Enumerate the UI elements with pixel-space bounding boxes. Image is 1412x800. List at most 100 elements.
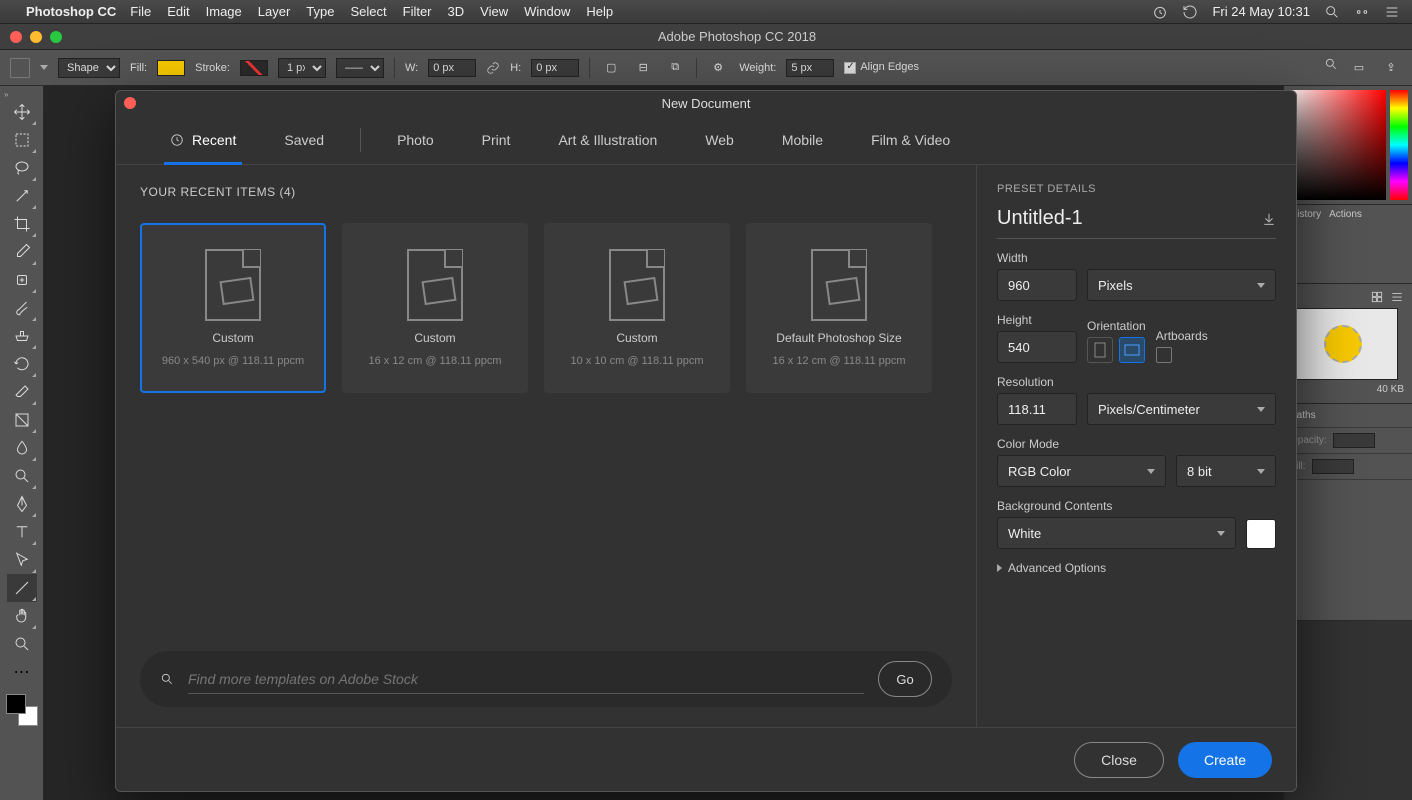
foreground-color[interactable]	[6, 694, 26, 714]
width-unit-select[interactable]: Pixels	[1087, 269, 1276, 301]
tab-web[interactable]: Web	[681, 115, 758, 165]
menu-type[interactable]: Type	[306, 4, 334, 19]
gear-icon[interactable]: ⚙	[707, 57, 729, 79]
weight-input[interactable]	[786, 59, 834, 77]
dodge-tool[interactable]	[7, 462, 37, 490]
menu-view[interactable]: View	[480, 4, 508, 19]
resolution-unit-select[interactable]: Pixels/Centimeter	[1087, 393, 1276, 425]
menu-select[interactable]: Select	[350, 4, 386, 19]
blur-tool[interactable]	[7, 434, 37, 462]
go-button[interactable]: Go	[878, 661, 932, 697]
screen-mode-icon[interactable]: ▭	[1348, 57, 1370, 79]
background-select[interactable]: White	[997, 517, 1236, 549]
height-value-input[interactable]: 540	[997, 331, 1077, 363]
hand-tool[interactable]	[7, 602, 37, 630]
timer-icon[interactable]	[1152, 4, 1168, 20]
hue-slider[interactable]	[1390, 90, 1408, 200]
pen-tool[interactable]	[7, 490, 37, 518]
clone-stamp-tool[interactable]	[7, 322, 37, 350]
fill-input[interactable]	[1312, 459, 1354, 474]
preset-0[interactable]: Custom 960 x 540 px @ 118.11 ppcm	[140, 223, 326, 393]
zoom-window-button[interactable]	[50, 31, 62, 43]
actions-tab[interactable]: Actions	[1329, 209, 1362, 220]
link-icon[interactable]	[486, 61, 500, 75]
width-value-input[interactable]: 960	[997, 269, 1077, 301]
stroke-style-select[interactable]: ———	[336, 58, 384, 78]
menu-window[interactable]: Window	[524, 4, 570, 19]
crop-tool[interactable]	[7, 210, 37, 238]
tab-mobile[interactable]: Mobile	[758, 115, 847, 165]
preset-1[interactable]: Custom 16 x 12 cm @ 118.11 ppcm	[342, 223, 528, 393]
zoom-tool[interactable]	[7, 630, 37, 658]
minimize-window-button[interactable]	[30, 31, 42, 43]
history-brush-tool[interactable]	[7, 350, 37, 378]
width-input[interactable]	[428, 59, 476, 77]
edit-toolbar-icon[interactable]: ⋯	[7, 658, 37, 686]
tab-print[interactable]: Print	[458, 115, 535, 165]
opacity-input[interactable]	[1333, 433, 1375, 448]
bit-depth-select[interactable]: 8 bit	[1176, 455, 1276, 487]
move-tool[interactable]	[7, 98, 37, 126]
tool-preset-picker[interactable]	[10, 58, 30, 78]
orientation-portrait[interactable]	[1087, 337, 1113, 363]
tab-saved[interactable]: Saved	[260, 115, 348, 165]
stroke-width-select[interactable]: 1 px	[278, 58, 326, 78]
share-icon[interactable]: ⇪	[1380, 57, 1402, 79]
eyedropper-tool[interactable]	[7, 238, 37, 266]
menu-filter[interactable]: Filter	[403, 4, 432, 19]
notification-icon[interactable]	[1384, 4, 1400, 20]
path-align[interactable]: ⊟	[632, 57, 654, 79]
preset-3[interactable]: Default Photoshop Size 16 x 12 cm @ 118.…	[746, 223, 932, 393]
spotlight-icon[interactable]	[1324, 4, 1340, 20]
tab-photo[interactable]: Photo	[373, 115, 458, 165]
chevron-down-icon[interactable]	[40, 65, 48, 70]
stock-search-input[interactable]	[188, 665, 864, 694]
magic-wand-tool[interactable]	[7, 182, 37, 210]
menu-3d[interactable]: 3D	[448, 4, 465, 19]
eraser-tool[interactable]	[7, 378, 37, 406]
save-preset-icon[interactable]	[1262, 212, 1276, 226]
marquee-tool[interactable]	[7, 126, 37, 154]
path-op-1[interactable]: ▢	[600, 57, 622, 79]
advanced-options-toggle[interactable]: Advanced Options	[997, 561, 1276, 575]
gradient-tool[interactable]	[7, 406, 37, 434]
control-center-icon[interactable]	[1354, 4, 1370, 20]
library-thumbnail[interactable]	[1288, 308, 1398, 380]
document-name-field[interactable]: Untitled-1	[997, 207, 1252, 230]
preset-2[interactable]: Custom 10 x 10 cm @ 118.11 ppcm	[544, 223, 730, 393]
menu-file[interactable]: File	[130, 4, 151, 19]
color-field[interactable]	[1288, 90, 1386, 200]
foreground-background-swatches[interactable]	[6, 694, 38, 726]
list-view-icon[interactable]	[1390, 290, 1404, 304]
close-window-button[interactable]	[10, 31, 22, 43]
close-button[interactable]: Close	[1074, 742, 1164, 778]
search-icon[interactable]	[1324, 57, 1338, 71]
path-selection-tool[interactable]	[7, 546, 37, 574]
menu-help[interactable]: Help	[586, 4, 613, 19]
healing-tool[interactable]	[7, 266, 37, 294]
color-panel[interactable]	[1284, 86, 1412, 204]
grid-view-icon[interactable]	[1370, 290, 1384, 304]
app-name[interactable]: Photoshop CC	[26, 4, 116, 19]
stroke-swatch[interactable]	[240, 60, 268, 76]
resolution-input[interactable]: 118.11	[997, 393, 1077, 425]
align-edges-checkbox[interactable]: Align Edges	[844, 61, 919, 73]
dialog-titlebar[interactable]: New Document	[116, 91, 1296, 115]
path-arrange[interactable]: ⧉	[664, 57, 686, 79]
menu-edit[interactable]: Edit	[167, 4, 189, 19]
dialog-close-button[interactable]	[124, 97, 136, 109]
tab-art[interactable]: Art & Illustration	[534, 115, 681, 165]
shape-mode-select[interactable]: Shape	[58, 58, 120, 78]
type-tool[interactable]	[7, 518, 37, 546]
create-button[interactable]: Create	[1178, 742, 1272, 778]
lasso-tool[interactable]	[7, 154, 37, 182]
menu-layer[interactable]: Layer	[258, 4, 291, 19]
fill-swatch[interactable]	[157, 60, 185, 76]
color-mode-select[interactable]: RGB Color	[997, 455, 1166, 487]
history-icon[interactable]	[1182, 4, 1198, 20]
expand-toolbar-icon[interactable]: »	[0, 90, 8, 98]
tab-film[interactable]: Film & Video	[847, 115, 974, 165]
orientation-landscape[interactable]	[1119, 337, 1145, 363]
menu-image[interactable]: Image	[206, 4, 242, 19]
artboards-checkbox[interactable]	[1156, 347, 1172, 363]
